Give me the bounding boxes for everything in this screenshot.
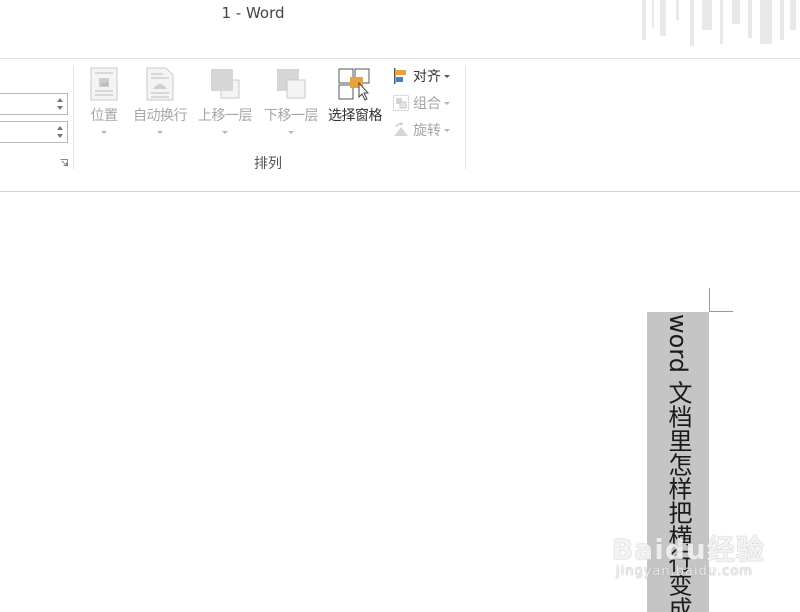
send-backward-icon bbox=[277, 69, 306, 99]
ribbon: 位置 自动换行 上移一层 下移一层 选择窗格 对齐 组合 旋转 排列 bbox=[0, 58, 800, 176]
send-backward-button[interactable]: 下移一层 bbox=[260, 67, 322, 134]
ruler-bar bbox=[0, 175, 800, 192]
title-bar-decoration bbox=[642, 0, 796, 46]
position-button[interactable]: 位置 bbox=[84, 67, 124, 134]
group-icon bbox=[393, 95, 409, 111]
height-spinbox[interactable] bbox=[0, 93, 68, 115]
dialog-launcher-icon[interactable] bbox=[60, 159, 68, 167]
width-spinbox[interactable] bbox=[0, 121, 68, 143]
dropdown-caret-icon bbox=[444, 101, 450, 105]
spin-arrows-icon[interactable] bbox=[56, 96, 64, 112]
arrange-group-label: 排列 bbox=[254, 156, 282, 172]
dropdown-caret-icon bbox=[222, 131, 228, 134]
wrap-text-icon bbox=[146, 67, 174, 101]
rotate-label: 旋转 bbox=[413, 123, 441, 139]
bring-forward-icon bbox=[211, 69, 240, 99]
group-separator bbox=[73, 65, 74, 169]
selection-pane-icon bbox=[338, 68, 370, 101]
group-label: 组合 bbox=[413, 96, 441, 112]
align-icon bbox=[394, 68, 406, 84]
dropdown-caret-icon bbox=[288, 131, 294, 134]
send-backward-label: 下移一层 bbox=[264, 108, 319, 124]
dropdown-caret-icon bbox=[101, 131, 107, 134]
align-button[interactable]: 对齐 bbox=[392, 65, 450, 87]
title-bar: 1 - Word bbox=[0, 0, 800, 58]
dropdown-caret-icon bbox=[444, 128, 450, 132]
window-title: 1 - Word bbox=[221, 4, 285, 22]
position-label: 位置 bbox=[90, 108, 119, 124]
align-label: 对齐 bbox=[413, 69, 441, 85]
dropdown-caret-icon bbox=[157, 131, 163, 134]
group-button[interactable]: 组合 bbox=[392, 92, 450, 114]
bring-forward-label: 上移一层 bbox=[198, 108, 253, 124]
watermark-url: jingyan.baidu.com bbox=[616, 564, 753, 579]
watermark-brand: Baidu经验 bbox=[612, 533, 765, 566]
baidu-watermark: Baidu经验 jingyan.baidu.com bbox=[612, 528, 765, 586]
bring-forward-button[interactable]: 上移一层 bbox=[194, 67, 256, 134]
rotate-button[interactable]: 旋转 bbox=[392, 119, 450, 141]
position-icon bbox=[90, 67, 118, 101]
wrap-text-label: 自动换行 bbox=[133, 108, 188, 124]
selection-pane-label: 选择窗格 bbox=[328, 108, 383, 124]
selection-pane-button[interactable]: 选择窗格 bbox=[324, 67, 386, 125]
wrap-text-button[interactable]: 自动换行 bbox=[130, 67, 190, 134]
spin-arrows-icon[interactable] bbox=[56, 124, 64, 140]
margin-corner-mark bbox=[709, 288, 733, 312]
group-separator bbox=[465, 65, 466, 169]
dropdown-caret-icon bbox=[444, 74, 450, 78]
rotate-icon bbox=[394, 122, 408, 136]
